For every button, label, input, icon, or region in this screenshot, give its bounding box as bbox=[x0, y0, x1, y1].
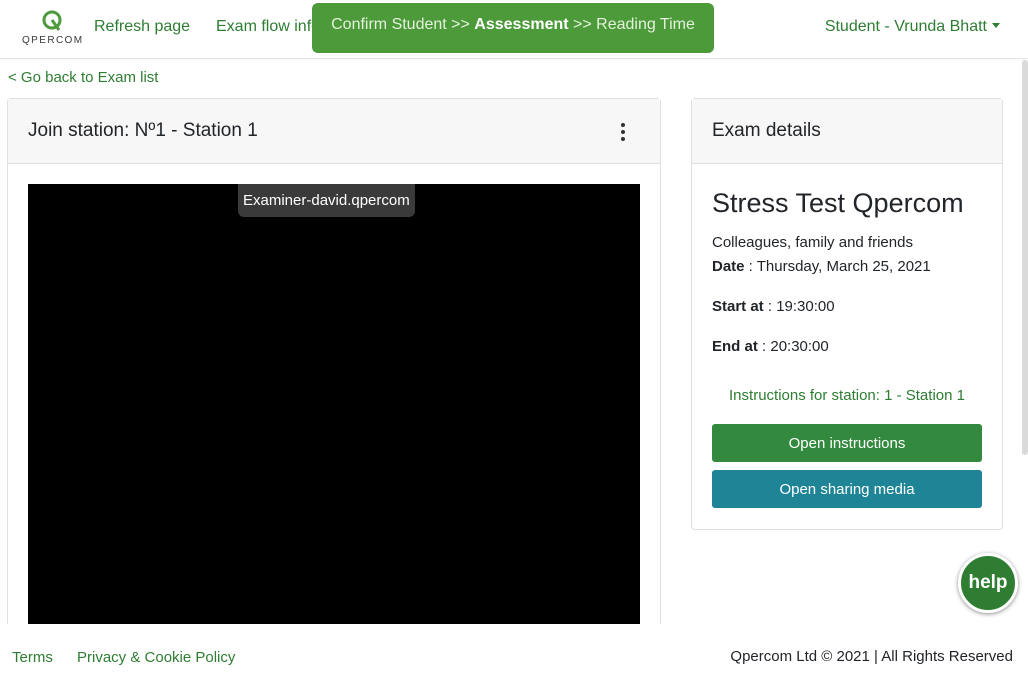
date-label: Date bbox=[712, 258, 745, 275]
start-value: : 19:30:00 bbox=[763, 298, 835, 315]
exam-details-card: Exam details Stress Test Qpercom Colleag… bbox=[691, 98, 1003, 530]
exam-stage-banner: Confirm Student >> Assessment >> Reading… bbox=[312, 3, 714, 53]
back-to-exam-list-link[interactable]: < Go back to Exam list bbox=[8, 69, 158, 86]
stage-next: >> Reading Time bbox=[568, 16, 695, 33]
logo-text: QPERCOM bbox=[22, 35, 84, 46]
open-instructions-button[interactable]: Open instructions bbox=[712, 424, 982, 462]
qpercom-logo[interactable]: QPERCOM bbox=[22, 10, 82, 50]
station-instructions-label: Instructions for station: 1 - Station 1 bbox=[729, 387, 965, 404]
page-scrollbar[interactable] bbox=[1022, 60, 1028, 455]
station-card: Join station: Nº1 - Station 1 Examiner-d… bbox=[7, 98, 661, 638]
exam-flow-info-link[interactable]: Exam flow info bbox=[216, 18, 314, 36]
more-options-icon[interactable] bbox=[620, 123, 626, 141]
user-name: Student - Vrunda Bhatt bbox=[824, 18, 987, 35]
refresh-page-link[interactable]: Refresh page bbox=[94, 18, 190, 36]
end-value: : 20:30:00 bbox=[757, 338, 829, 355]
top-navbar: QPERCOM Refresh page Exam flow info Conf… bbox=[0, 0, 1028, 59]
exam-date: Date : Thursday, March 25, 2021 bbox=[712, 255, 982, 279]
privacy-policy-link[interactable]: Privacy & Cookie Policy bbox=[77, 649, 235, 666]
open-sharing-media-button[interactable]: Open sharing media bbox=[712, 470, 982, 508]
participant-name-label: Examiner-david.qpercom bbox=[238, 184, 415, 217]
exam-start: Start at : 19:30:00 bbox=[712, 295, 982, 319]
terms-link[interactable]: Terms bbox=[12, 649, 53, 666]
user-menu-dropdown[interactable]: Student - Vrunda Bhatt bbox=[825, 18, 1000, 36]
video-feed: Examiner-david.qpercom bbox=[28, 184, 640, 624]
exam-audience: Colleagues, family and friends bbox=[712, 234, 913, 251]
logo-q-icon bbox=[42, 10, 62, 31]
station-title: Join station: Nº1 - Station 1 bbox=[28, 120, 258, 141]
stage-previous: Confirm Student >> bbox=[331, 16, 475, 33]
page-footer: Terms Privacy & Cookie Policy Qpercom Lt… bbox=[0, 624, 1028, 677]
date-value: : Thursday, March 25, 2021 bbox=[744, 258, 931, 275]
help-button[interactable]: help bbox=[958, 553, 1018, 613]
stage-current: Assessment bbox=[474, 16, 569, 33]
copyright-text: Qpercom Ltd © 2021 | All Rights Reserved bbox=[730, 648, 1013, 665]
exam-details-body: Stress Test Qpercom Colleagues, family a… bbox=[692, 188, 1002, 508]
start-label: Start at bbox=[712, 298, 764, 315]
exam-details-header: Exam details bbox=[692, 99, 1002, 164]
end-label: End at bbox=[712, 338, 758, 355]
caret-down-icon bbox=[992, 23, 1000, 29]
exam-end: End at : 20:30:00 bbox=[712, 335, 982, 359]
exam-name: Stress Test Qpercom bbox=[712, 188, 964, 218]
station-card-header: Join station: Nº1 - Station 1 bbox=[8, 99, 660, 164]
